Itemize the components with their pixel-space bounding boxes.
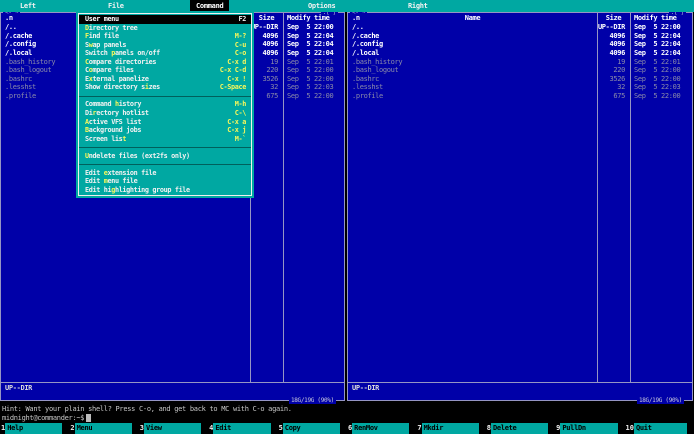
- menubar-item-file[interactable]: File: [102, 0, 130, 12]
- column-header-size[interactable]: Size: [597, 14, 630, 22]
- midnight-commander-screen: Left File Command Options Right <- ~ .[^] .n…: [0, 0, 694, 434]
- menu-item-compare-files[interactable]: Compare files C-x C-d: [79, 66, 251, 75]
- menubar-item-right[interactable]: Right: [402, 0, 434, 12]
- file-row--config[interactable]: /.config 4096 Sep 5 22:04: [348, 40, 692, 49]
- menu-separator: [79, 92, 251, 101]
- menu-item-shortcut: C-u: [234, 40, 247, 49]
- file-row--bashrc[interactable]: .bashrc 3526 Sep 5 22:00: [348, 75, 692, 84]
- fkey-label: Copy: [282, 423, 340, 434]
- right-panel: <- ~ .[^] .n Name Size Modify time /.. UP…: [347, 9, 693, 404]
- menu-item-command-history[interactable]: Command history M-h: [79, 100, 251, 109]
- file-list: /.. UP--DIR Sep 5 22:00/.cache 4096 Sep 5 22…: [348, 23, 692, 101]
- menu-separator: [79, 160, 251, 169]
- fkey-6-renmov[interactable]: 6 RenMov: [347, 423, 416, 434]
- free-space-indicator: 18G/19G (90%): [636, 397, 684, 404]
- menu-item-compare-directories[interactable]: Compare directories C-x d: [79, 58, 251, 67]
- fkey-label: Edit: [213, 423, 271, 434]
- free-space-indicator: 18G/19G (90%): [288, 397, 336, 404]
- menu-item-shortcut: C-x j: [227, 126, 246, 135]
- panel-column-headers: .n Name Size Modify time: [348, 14, 692, 23]
- menu-item-active-vfs-list[interactable]: Active VFS list C-x a: [79, 118, 251, 127]
- menu-item-shortcut: C-o: [234, 49, 247, 58]
- text-cursor: [86, 414, 92, 422]
- menubar-item-command[interactable]: Command: [190, 0, 230, 12]
- menu-item-edit-highlighting-group-file[interactable]: Edit highlighting group file: [79, 186, 251, 195]
- fkey-label: Delete: [490, 423, 549, 434]
- fkey-label: View: [144, 423, 202, 434]
- fkey-number: 10: [625, 424, 634, 432]
- menubar-item-options[interactable]: Options: [302, 0, 341, 12]
- menu-item-shortcut: C-x !: [227, 74, 246, 83]
- mini-status-divider: [1, 382, 344, 383]
- menu-bar: Left File Command Options Right: [0, 0, 694, 12]
- file-row--profile[interactable]: .profile 675 Sep 5 22:00: [348, 92, 692, 101]
- menu-item-shortcut: M-?: [234, 32, 247, 41]
- function-key-bar: 1 Help 2 Menu 3 View 4 Edit 5 Copy 6 RenMov 7 Mkdir 8 D…: [0, 423, 694, 434]
- file-row--lesshst[interactable]: .lesshst 32 Sep 5 22:03: [348, 83, 692, 92]
- menu-item-shortcut: C-\: [234, 109, 247, 118]
- fkey-4-edit[interactable]: 4 Edit: [208, 423, 277, 434]
- menu-item-shortcut: C-x C-d: [219, 66, 247, 75]
- menu-item-edit-menu-file[interactable]: Edit menu file: [79, 177, 251, 186]
- file-row--[interactable]: /.. UP--DIR Sep 5 22:00: [348, 23, 692, 32]
- menu-item-directory-tree[interactable]: Directory tree: [79, 24, 251, 33]
- fkey-7-mkdir[interactable]: 7 Mkdir: [416, 423, 485, 434]
- menu-item-edit-extension-file[interactable]: Edit extension file: [79, 169, 251, 178]
- fkey-2-menu[interactable]: 2 Menu: [69, 423, 138, 434]
- mini-status: UP--DIR: [5, 384, 33, 392]
- fkey-3-view[interactable]: 3 View: [139, 423, 208, 434]
- menu-item-screen-list[interactable]: Screen list M-`: [79, 135, 251, 144]
- menu-item-switch-panels-on-off[interactable]: Switch panels on/off C-o: [79, 49, 251, 58]
- menu-item-shortcut: M-h: [234, 100, 247, 109]
- mini-status-divider: [348, 382, 692, 383]
- fkey-label: RenMov: [352, 423, 410, 434]
- menu-item-shortcut: C-Space: [219, 83, 247, 92]
- prompt-text: midnight@commander:~$: [2, 414, 85, 422]
- shell-prompt[interactable]: midnight@commander:~$: [2, 414, 92, 422]
- menu-item-undelete-files-ext2fs-only-[interactable]: Undelete files (ext2fs only): [79, 152, 251, 161]
- file-row--bash-logout[interactable]: .bash_logout 220 Sep 5 22:00: [348, 66, 692, 75]
- menu-item-external-panelize[interactable]: External panelize C-x !: [79, 75, 251, 84]
- fkey-10-quit[interactable]: 10 Quit: [625, 423, 694, 434]
- fkey-label: Quit: [633, 423, 687, 434]
- column-header-name[interactable]: Name: [348, 14, 597, 22]
- column-header-mtime[interactable]: Modify time: [287, 14, 330, 22]
- menu-item-shortcut: F2: [238, 15, 247, 23]
- menu-item-user-menu[interactable]: User menu F2: [79, 15, 251, 24]
- mini-status: UP--DIR: [352, 384, 380, 392]
- column-header-mtime[interactable]: Modify time: [634, 14, 677, 22]
- menu-item-shortcut: M-`: [234, 134, 247, 143]
- file-row--local[interactable]: /.local 4096 Sep 5 22:04: [348, 49, 692, 58]
- hint-line: Hint: Want your plain shell? Press C-o, …: [2, 405, 292, 413]
- fkey-9-pulldn[interactable]: 9 PullDn: [555, 423, 624, 434]
- fkey-label: Mkdir: [421, 423, 479, 434]
- menu-item-swap-panels[interactable]: Swap panels C-u: [79, 41, 251, 50]
- command-menu-dropdown: User menu F2 Directory tree Find file M-? Swa…: [76, 10, 254, 199]
- fkey-8-delete[interactable]: 8 Delete: [486, 423, 555, 434]
- menu-item-shortcut: C-x d: [227, 57, 246, 66]
- menu-item-directory-hotlist[interactable]: Directory hotlist C-\: [79, 109, 251, 118]
- menu-item-show-directory-sizes[interactable]: Show directory sizes C-Space: [79, 83, 251, 92]
- fkey-label: Help: [5, 423, 63, 434]
- file-row--bash-history[interactable]: .bash_history 19 Sep 5 22:01: [348, 58, 692, 67]
- fkey-5-copy[interactable]: 5 Copy: [278, 423, 347, 434]
- menu-item-background-jobs[interactable]: Background jobs C-x j: [79, 126, 251, 135]
- file-row--cache[interactable]: /.cache 4096 Sep 5 22:04: [348, 32, 692, 41]
- column-header-size[interactable]: Size: [250, 14, 283, 22]
- fkey-1-help[interactable]: 1 Help: [0, 423, 69, 434]
- menubar-item-left[interactable]: Left: [14, 0, 42, 12]
- menu-item-shortcut: C-x a: [227, 117, 246, 126]
- fkey-label: Menu: [74, 423, 132, 434]
- menu-separator: [79, 143, 251, 152]
- menu-item-find-file[interactable]: Find file M-?: [79, 32, 251, 41]
- fkey-label: PullDn: [560, 423, 618, 434]
